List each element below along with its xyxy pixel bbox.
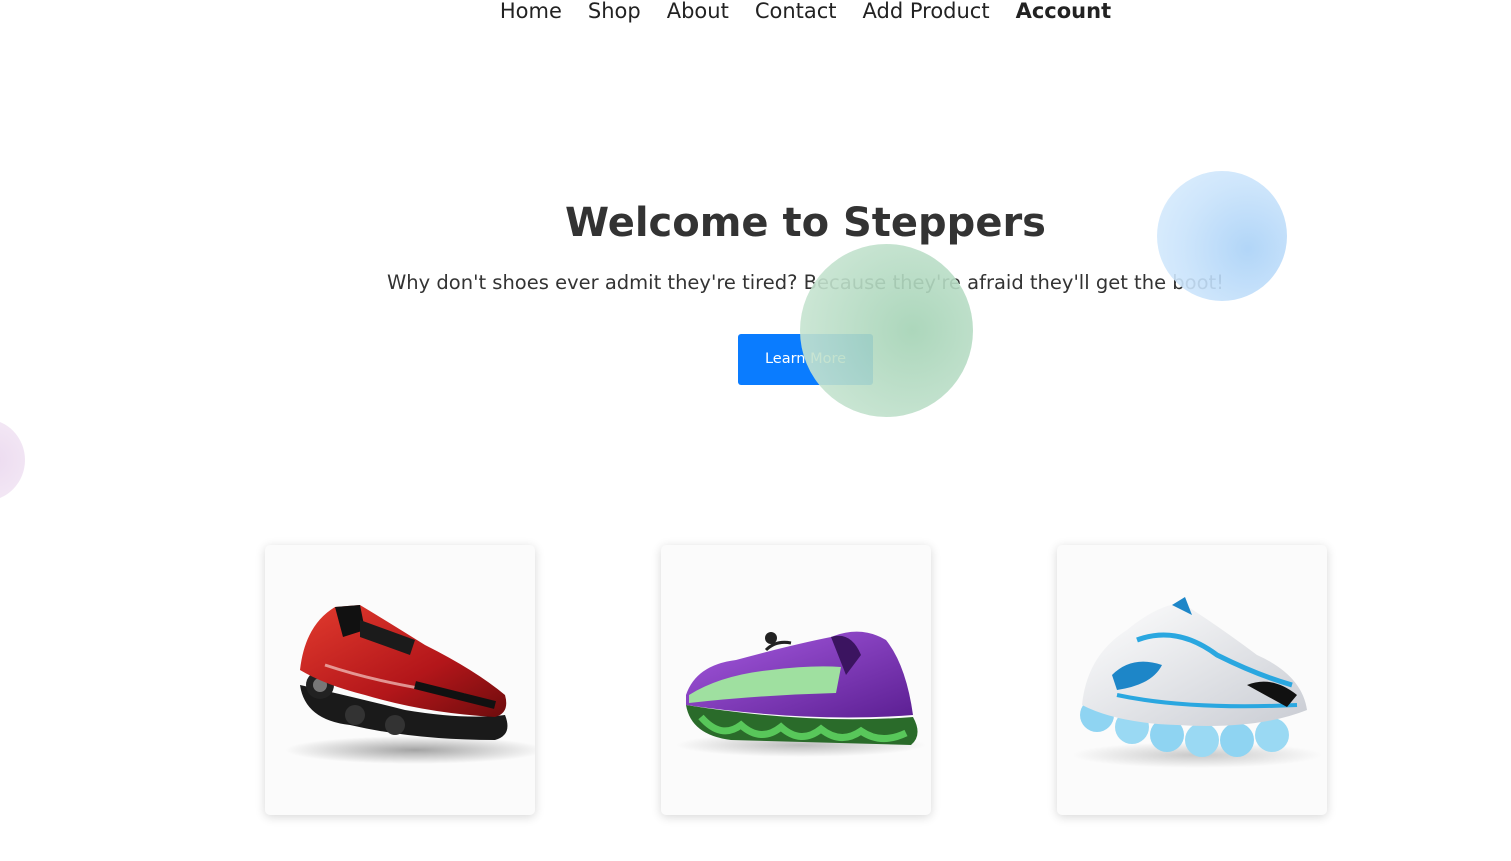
decorative-bubble-green (800, 244, 973, 417)
product-card[interactable] (1057, 545, 1327, 815)
nav-contact[interactable]: Contact (755, 0, 837, 28)
nav-add-product[interactable]: Add Product (863, 0, 990, 28)
product-card[interactable] (265, 545, 535, 815)
nav-home[interactable]: Home (500, 0, 562, 28)
decorative-bubble-purple (0, 419, 25, 501)
hero-title: Welcome to Steppers (565, 200, 1046, 246)
hero-subtitle: Why don't shoes ever admit they're tired… (387, 271, 1224, 294)
nav-about[interactable]: About (667, 0, 729, 28)
main-nav: Home Shop About Contact Add Product Acco… (0, 0, 1511, 28)
purple-sneaker-image (676, 631, 926, 757)
red-sneaker-image (285, 605, 535, 764)
nav-account[interactable]: Account (1016, 0, 1112, 28)
nav-shop[interactable]: Shop (588, 0, 641, 28)
decorative-bubble-blue (1157, 171, 1287, 301)
page: Home Shop About Contact Add Product Acco… (0, 0, 1511, 861)
white-blue-sneaker-image (1072, 597, 1322, 768)
product-card[interactable] (661, 545, 931, 815)
